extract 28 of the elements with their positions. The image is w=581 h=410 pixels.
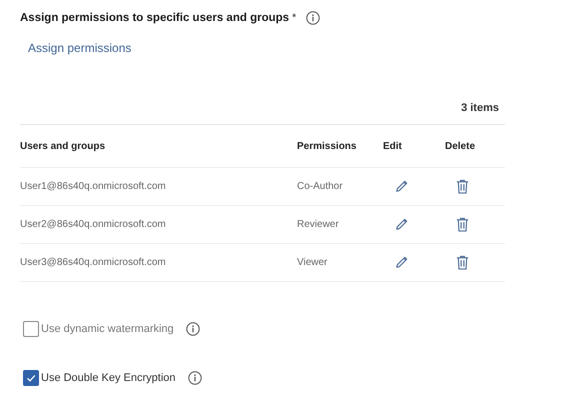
column-header: Edit (383, 140, 403, 152)
checkbox-label: Use Double Key Encryption (41, 372, 176, 384)
trash-icon[interactable] (456, 179, 469, 194)
table-cell-text: User3@86s40q.onmicrosoft.com (20, 257, 167, 268)
trash-icon[interactable] (456, 255, 469, 270)
table-cell-text: User2@86s40q.onmicrosoft.com (20, 219, 167, 230)
checkbox[interactable] (23, 370, 39, 386)
checkbox[interactable] (23, 321, 39, 337)
table-cell-text: Co-Author (297, 181, 344, 192)
edit-icon[interactable] (394, 255, 409, 270)
check-icon (25, 372, 37, 384)
column-header: Delete (445, 140, 476, 152)
edit-icon[interactable] (394, 179, 409, 194)
info-icon[interactable] (306, 11, 320, 25)
info-icon[interactable] (188, 371, 202, 385)
column-header: Permissions (297, 140, 358, 152)
column-header: Users and groups (20, 140, 106, 152)
assign-permissions-link[interactable]: Assign permissions (28, 41, 132, 55)
table-cell-text: User1@86s40q.onmicrosoft.com (20, 181, 167, 192)
trash-icon[interactable] (456, 217, 469, 232)
required-mark: * (292, 12, 296, 24)
item-count: 3 items (461, 102, 499, 114)
table-cell-text: Viewer (297, 257, 328, 268)
section-title: Assign permissions to specific users and groups (20, 12, 290, 24)
info-icon[interactable] (186, 322, 200, 336)
checkbox-label: Use dynamic watermarking (41, 323, 174, 335)
table-cell-text: Reviewer (297, 219, 340, 230)
edit-icon[interactable] (394, 217, 409, 232)
